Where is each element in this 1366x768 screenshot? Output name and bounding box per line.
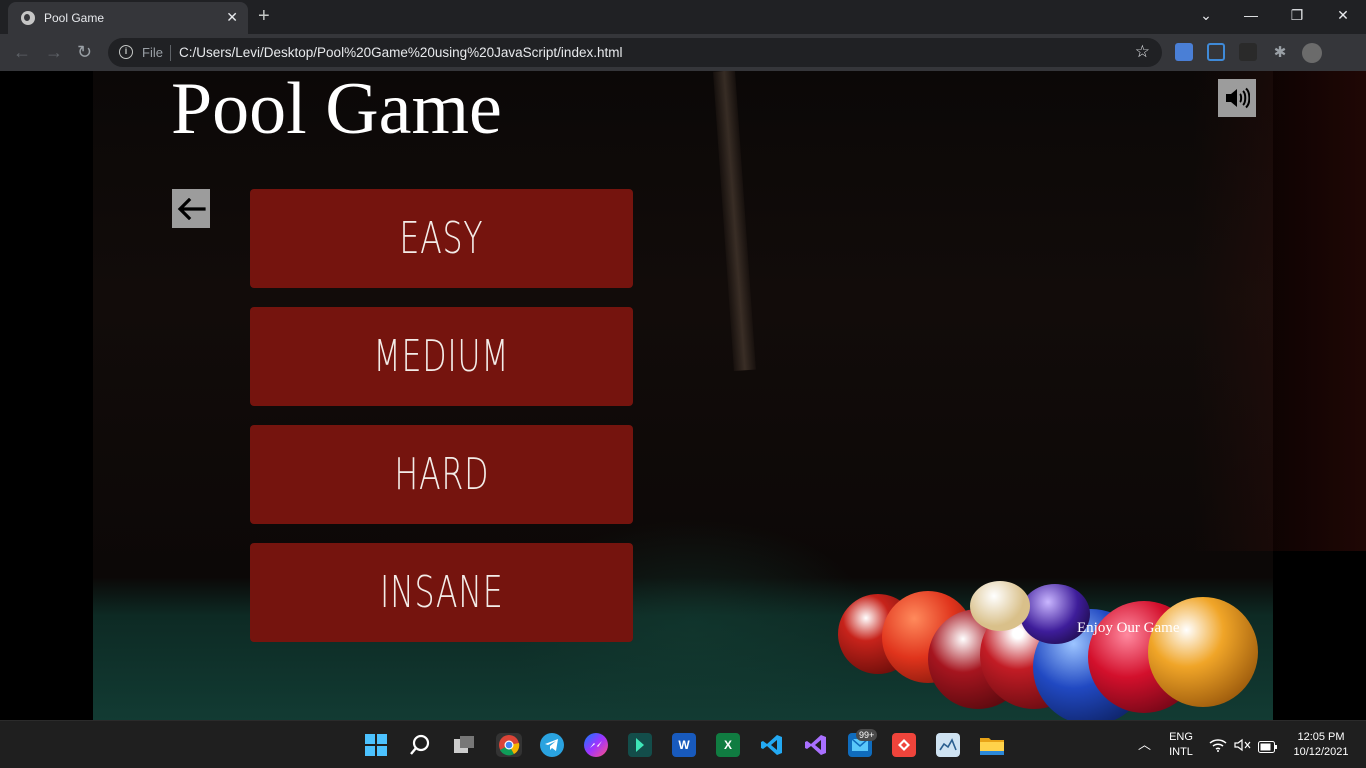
tab-search-button[interactable]: ⌄ — [1183, 0, 1229, 30]
easy-button[interactable]: EASY — [250, 189, 633, 288]
file-explorer-icon[interactable] — [980, 733, 1004, 757]
anydesk-icon[interactable] — [892, 733, 916, 757]
keyboard-layout: INTL — [1169, 746, 1193, 758]
search-icon[interactable] — [408, 733, 432, 757]
windows-start-icon[interactable] — [364, 733, 388, 757]
drape-decoration — [1193, 71, 1366, 551]
excel-icon[interactable]: X — [716, 733, 740, 757]
chrome-icon[interactable] — [496, 733, 522, 757]
insane-button[interactable]: INSANE — [250, 543, 633, 642]
info-icon[interactable]: i — [119, 45, 133, 59]
wifi-icon[interactable] — [1209, 737, 1227, 756]
tray-overflow-icon[interactable]: ︿ — [1138, 737, 1151, 752]
extension-icon[interactable] — [1239, 43, 1257, 61]
medium-button[interactable]: MEDIUM — [250, 307, 633, 406]
medium-label: MEDIUM — [373, 331, 510, 382]
chart-app-icon[interactable] — [936, 733, 960, 757]
task-view-icon[interactable] — [452, 733, 476, 757]
page-viewport: Pool Game EASY MEDIUM HARD INSANE Enjoy … — [0, 71, 1366, 720]
sound-toggle-button[interactable] — [1218, 79, 1256, 117]
insane-label: INSANE — [379, 567, 504, 618]
close-window-button[interactable]: ✕ — [1320, 0, 1366, 30]
url-text[interactable]: C:/Users/Levi/Desktop/Pool%20Game%20usin… — [179, 45, 622, 60]
url-separator — [170, 45, 171, 61]
mail-badge: 99+ — [856, 729, 878, 741]
browser-tab-bar: Pool Game ✕ + ⌄ — ❐ ✕ — [0, 0, 1366, 34]
clock-time: 12:05 PM — [1297, 731, 1345, 743]
screenshot-extension-icon[interactable] — [1207, 43, 1225, 61]
bookmark-star-icon[interactable]: ☆ — [1135, 42, 1150, 62]
footer-text: Enjoy Our Game — [1077, 620, 1180, 636]
telegram-icon[interactable] — [540, 733, 564, 757]
visual-studio-icon[interactable] — [804, 733, 828, 757]
browser-tab[interactable]: Pool Game ✕ — [8, 2, 248, 34]
restore-button[interactable]: ❐ — [1274, 0, 1320, 30]
globe-icon — [21, 11, 35, 25]
reload-icon[interactable]: ↻ — [77, 42, 92, 62]
windows-taskbar: W X 99+ ︿ ENG INTL 12:05 PM 10/12/2021 — [0, 720, 1366, 768]
hard-label: HARD — [394, 449, 489, 500]
clock[interactable]: 12:05 PM 10/12/2021 — [1284, 730, 1358, 760]
address-bar[interactable]: i File C:/Users/Levi/Desktop/Pool%20Game… — [108, 38, 1162, 67]
browser-toolbar: ← → ↻ i File C:/Users/Levi/Desktop/Pool%… — [0, 34, 1366, 71]
language-code: ENG — [1169, 731, 1193, 743]
volume-muted-icon[interactable] — [1234, 737, 1252, 756]
pool-balls-image — [820, 579, 1273, 720]
easy-label: EASY — [399, 213, 484, 264]
app-green-icon[interactable] — [628, 733, 652, 757]
translate-extension-icon[interactable] — [1175, 43, 1193, 61]
speaker-icon — [1226, 87, 1250, 109]
tab-title: Pool Game — [44, 11, 105, 25]
forward-nav-icon[interactable]: → — [45, 42, 63, 62]
puzzle-extensions-icon[interactable]: ✱ — [1271, 43, 1289, 61]
minimize-button[interactable]: — — [1228, 0, 1274, 30]
back-button[interactable] — [172, 189, 210, 228]
tab-close-icon[interactable]: ✕ — [226, 10, 238, 26]
profile-avatar[interactable] — [1302, 43, 1322, 63]
url-scheme-label: File — [142, 45, 163, 60]
messenger-icon[interactable] — [584, 733, 608, 757]
new-tab-button[interactable]: + — [258, 6, 270, 26]
back-nav-icon[interactable]: ← — [13, 42, 31, 62]
page-title: Pool Game — [171, 71, 502, 150]
word-icon[interactable]: W — [672, 733, 696, 757]
clock-date: 10/12/2021 — [1293, 746, 1349, 758]
cue-stick-decoration — [713, 71, 756, 372]
language-indicator[interactable]: ENG INTL — [1166, 730, 1196, 760]
arrow-left-icon — [177, 197, 206, 220]
vscode-icon[interactable] — [760, 733, 784, 757]
battery-icon[interactable] — [1258, 738, 1278, 757]
hard-button[interactable]: HARD — [250, 425, 633, 524]
